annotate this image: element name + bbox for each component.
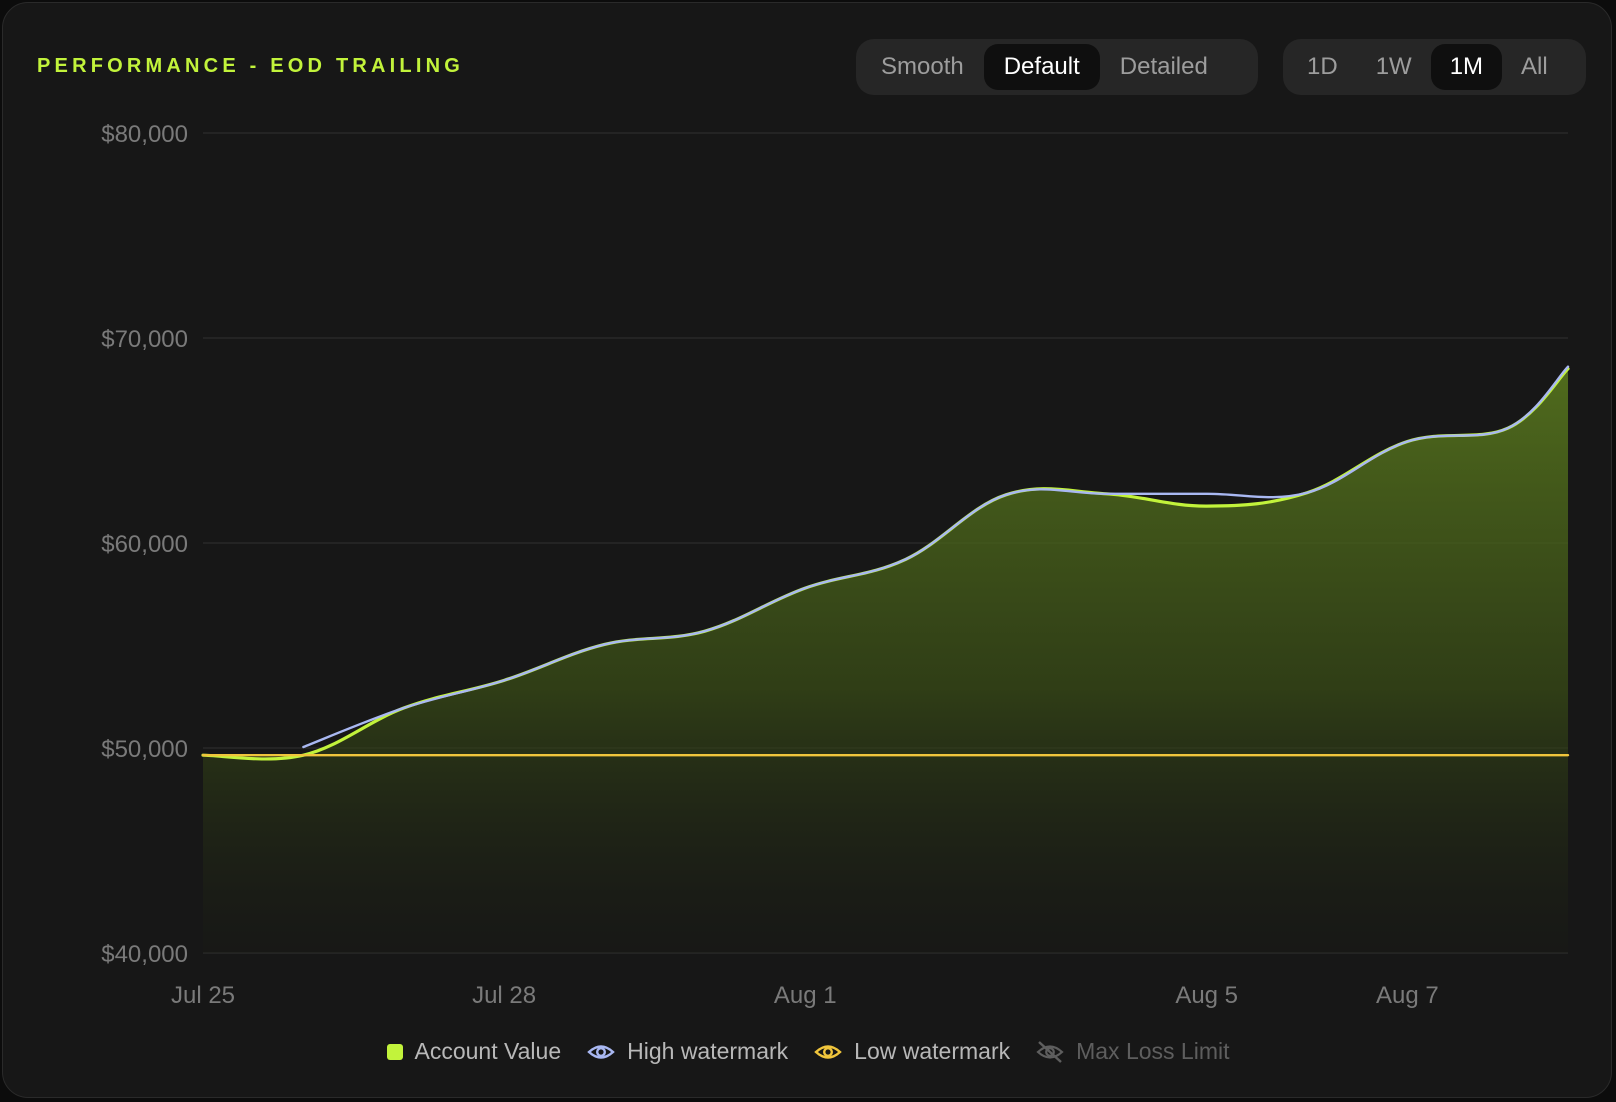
- y-tick-label: $70,000: [101, 326, 188, 353]
- account-value-area: [203, 368, 1568, 953]
- performance-card: PERFORMANCE - EOD TRAILING Smooth Defaul…: [2, 2, 1612, 1098]
- y-tick-label: $50,000: [101, 736, 188, 763]
- x-tick-label: Jul 25: [171, 982, 235, 1009]
- eye-icon: [814, 1044, 842, 1059]
- legend-label: Account Value: [414, 1038, 562, 1064]
- legend-item-high-watermark[interactable]: High watermark: [587, 1038, 788, 1065]
- y-tick-label: $80,000: [101, 121, 188, 148]
- square-icon: [386, 1043, 403, 1060]
- y-tick-label: $40,000: [101, 941, 188, 968]
- legend-item-low-watermark[interactable]: Low watermark: [814, 1038, 1010, 1065]
- chart-legend: Account Value High watermark Low waterma…: [3, 1038, 1613, 1065]
- legend-label: High watermark: [627, 1038, 789, 1064]
- x-tick-label: Aug 7: [1376, 982, 1439, 1009]
- eye-icon: [587, 1044, 615, 1059]
- legend-label: Low watermark: [854, 1038, 1011, 1064]
- eye-off-icon: [1036, 1040, 1064, 1063]
- legend-label: Max Loss Limit: [1076, 1038, 1230, 1064]
- x-tick-label: Aug 5: [1175, 982, 1238, 1009]
- x-tick-label: Aug 1: [774, 982, 837, 1009]
- performance-chart: $40,000 $50,000 $60,000 $70,000 $80,000 Jul …: [101, 121, 1570, 1009]
- x-tick-label: Jul 28: [472, 982, 536, 1009]
- legend-item-account-value[interactable]: Account Value: [386, 1038, 562, 1065]
- legend-item-max-loss-limit[interactable]: Max Loss Limit: [1036, 1038, 1229, 1065]
- y-tick-label: $60,000: [101, 531, 188, 558]
